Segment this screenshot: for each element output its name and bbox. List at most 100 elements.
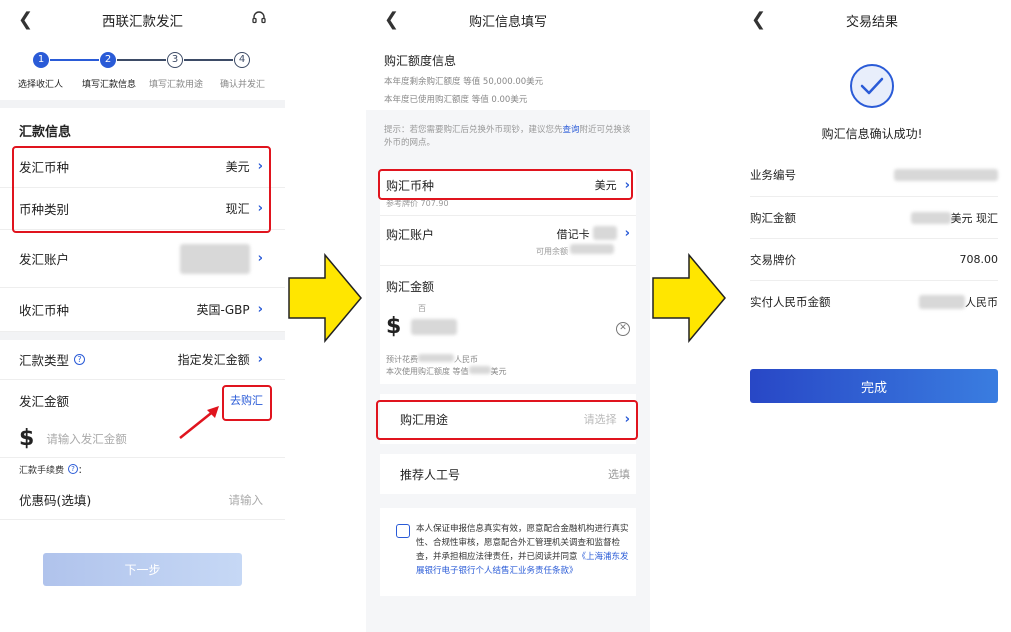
step-label-4: 确认并发汇 <box>220 80 266 90</box>
highlight-box <box>222 385 272 421</box>
rmb-suffix: 人民币 <box>965 296 998 309</box>
step-indicator: 1 2 3 4 选择收汇人 填写汇款信息 填写汇款用途 确认并发汇 <box>0 40 285 100</box>
highlight-box <box>376 400 638 440</box>
fee-row: 汇款手续费 ? ： <box>0 458 285 480</box>
amount-redacted <box>910 211 951 224</box>
agreement-section: 本人保证申报信息真实有效，愿意配合金融机构进行真实性、合规性审核，愿意配合外汇管… <box>380 508 636 596</box>
referrer-row[interactable]: 推荐人工号 选填 <box>380 454 636 494</box>
tip-text: 提示：若您需要购汇后兑换外币现钞，建议您先 <box>384 125 563 135</box>
dollar-sign: $ <box>19 426 35 451</box>
balance-redacted <box>570 244 614 254</box>
buy-amount-input-row[interactable]: $ <box>386 314 458 339</box>
done-button[interactable]: 完成 <box>750 369 998 403</box>
rmb-label: 实付人民币金额 <box>750 295 831 309</box>
price-value: 708.00 <box>959 253 999 266</box>
result-row-amount: 购汇金额 美元 现汇 <box>750 197 998 239</box>
success-check-icon <box>850 64 894 108</box>
quota-remaining: 本年度剩余购汇额度 等值 50,000.00美元 <box>384 77 544 87</box>
amount-input[interactable]: 请输入发汇金额 <box>46 431 127 447</box>
est-cost-suffix: 人民币 <box>454 355 478 364</box>
screen-buy-fx-form: ❮ 购汇信息填写 购汇额度信息 本年度剩余购汇额度 等值 50,000.00美元… <box>366 0 650 632</box>
buy-amount-title: 购汇金额 <box>386 280 435 294</box>
coupon-label: 优惠码(选填) <box>19 493 92 508</box>
fee-colon: ： <box>78 465 88 476</box>
quota-section: 购汇额度信息 本年度剩余购汇额度 等值 50,000.00美元 本年度已使用购汇… <box>366 40 650 110</box>
header: ❮ 西联汇款发汇 <box>0 0 285 40</box>
back-arrow-icon[interactable]: ❮ <box>751 9 766 30</box>
send-account-row[interactable]: 发汇账户 › <box>0 230 285 288</box>
referrer-label: 推荐人工号 <box>400 467 461 482</box>
chevron-right-icon: › <box>624 226 630 241</box>
remit-type-value: 指定发汇金额 <box>177 353 250 367</box>
help-icon[interactable]: ? <box>74 354 86 365</box>
highlight-box <box>378 169 633 200</box>
page-title: 购汇信息填写 <box>468 14 547 30</box>
referrer-input[interactable]: 选填 <box>608 466 630 482</box>
divider <box>0 100 285 108</box>
quota-use-redacted <box>468 366 491 374</box>
est-cost-prefix: 预计花费 <box>386 355 418 364</box>
step-3: 3 <box>167 52 183 68</box>
quota-used: 本年度已使用购汇额度 等值 0.00美元 <box>384 95 528 105</box>
checkbox-icon[interactable] <box>396 524 410 538</box>
result-list: 业务编号 购汇金额 美元 现汇 交易牌价 708.00 实付人民币金额 人民币 <box>750 153 998 323</box>
coupon-input[interactable]: 请输入 <box>229 492 264 508</box>
highlight-box <box>12 146 271 233</box>
receive-currency-row[interactable]: 收汇币种 英国-GBP › <box>0 288 285 332</box>
step-label-3: 填写汇款用途 <box>149 80 204 90</box>
result-row-biz-no: 业务编号 <box>750 153 998 197</box>
step-1: 1 <box>33 52 49 68</box>
screen-result: ❮ 交易结果 购汇信息确认成功! 业务编号 购汇金额 美元 现汇 交易牌价 70… <box>733 0 1011 632</box>
success-message: 购汇信息确认成功! <box>821 127 923 141</box>
biz-no-label: 业务编号 <box>750 167 796 182</box>
header: ❮ 交易结果 <box>733 0 1011 40</box>
buy-account-label: 购汇账户 <box>386 228 435 242</box>
back-arrow-icon[interactable]: ❮ <box>18 9 33 30</box>
price-label: 交易牌价 <box>750 252 796 267</box>
quota-use-prefix: 本次使用购汇额度 等值 <box>386 367 469 376</box>
page-title: 西联汇款发汇 <box>102 14 183 30</box>
tip-box: 提示：若您需要购汇后兑换外币现钞，建议您先查询附近可兑换该外币的网点。 <box>380 118 636 156</box>
back-arrow-icon[interactable]: ❮ <box>384 9 399 30</box>
step-line <box>184 59 233 61</box>
chevron-right-icon: › <box>257 251 263 266</box>
buy-amount-section: 购汇金额 百 $ ✕ 预计花费 人民币 本次使用购汇额度 等值 美元 <box>380 266 636 384</box>
pointer-arrow-icon <box>179 406 219 439</box>
quota-use-suffix: 美元 <box>490 367 507 376</box>
available-balance-label: 可用余额 <box>536 247 568 256</box>
dollar-sign: $ <box>386 314 402 339</box>
result-row-price: 交易牌价 708.00 <box>750 239 998 281</box>
rmb-redacted <box>919 295 965 309</box>
amount-redacted <box>411 318 458 335</box>
coupon-row[interactable]: 优惠码(选填) 请输入 <box>0 480 285 520</box>
send-account-label: 发汇账户 <box>19 252 70 267</box>
screen-western-union: ❮ 西联汇款发汇 1 2 3 4 选择收汇人 填写汇款信息 填写汇款用途 确认并… <box>0 0 285 632</box>
amount-input-row: $ 请输入发汇金额 <box>0 420 285 458</box>
quota-title: 购汇额度信息 <box>384 54 457 68</box>
remit-type-row[interactable]: 汇款类型 ? 指定发汇金额 › <box>0 340 285 380</box>
chevron-right-icon: › <box>257 302 263 317</box>
clear-icon[interactable]: ✕ <box>616 322 630 336</box>
chevron-right-icon: › <box>257 352 263 367</box>
step-2: 2 <box>100 52 116 68</box>
buy-amount-label: 购汇金额 <box>750 210 796 225</box>
estimated-cost: 预计花费 人民币 <box>386 354 478 365</box>
send-amount-label: 发汇金额 <box>19 393 70 409</box>
flow-arrow-icon <box>288 253 362 343</box>
next-button[interactable]: 下一步 <box>43 553 242 586</box>
headset-icon[interactable] <box>251 10 267 26</box>
buy-account-row[interactable]: 购汇账户 借记卡 › 可用余额 <box>380 216 636 266</box>
step-4: 4 <box>234 52 250 68</box>
card-number-redacted <box>592 226 617 240</box>
biz-no-redacted <box>894 168 998 181</box>
tip-query-link[interactable]: 查询 <box>563 125 580 135</box>
receive-currency-label: 收汇币种 <box>19 303 70 318</box>
quota-use: 本次使用购汇额度 等值 美元 <box>386 366 507 377</box>
fee-label: 汇款手续费 <box>19 465 65 476</box>
buy-amount-suffix: 美元 现汇 <box>950 211 999 225</box>
help-icon[interactable]: ? <box>68 464 79 474</box>
header: ❮ 购汇信息填写 <box>366 0 650 40</box>
receive-currency-value: 英国-GBP <box>196 303 250 317</box>
page-title: 交易结果 <box>845 14 898 30</box>
step-label-1: 选择收汇人 <box>18 80 64 90</box>
